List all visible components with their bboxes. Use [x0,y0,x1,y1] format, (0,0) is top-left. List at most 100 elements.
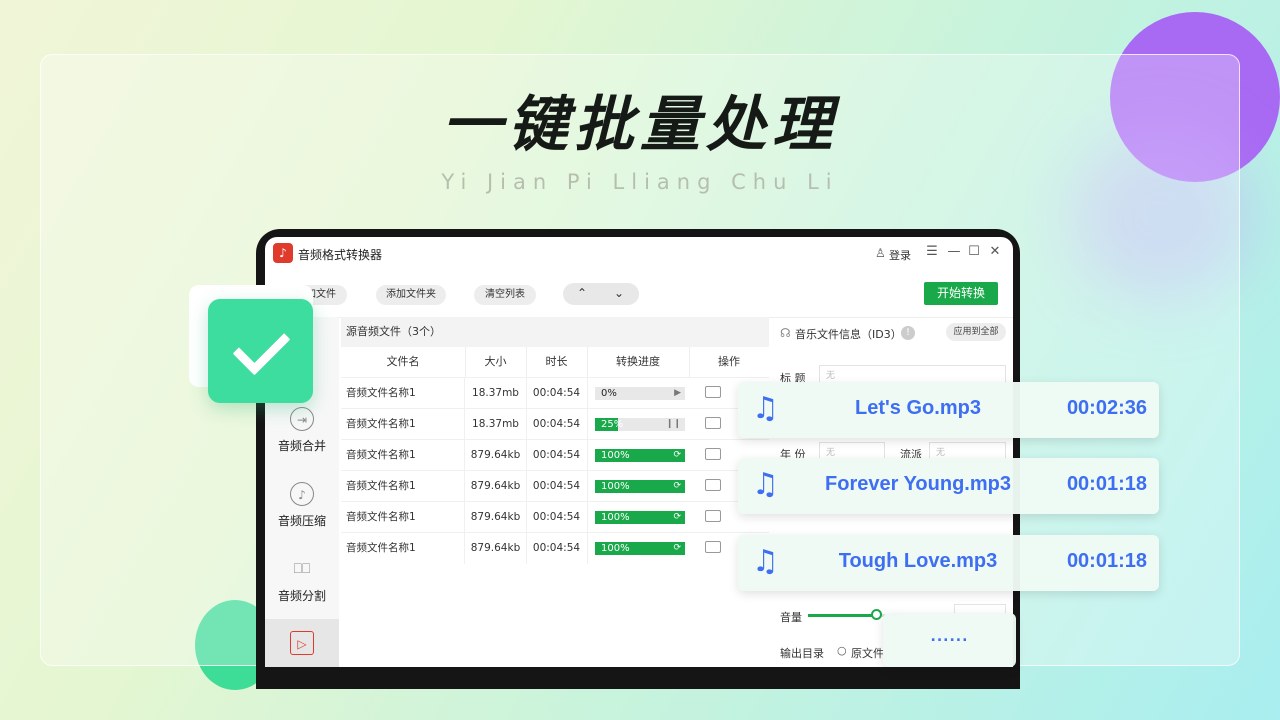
move-down-icon[interactable]: ⌄ [609,286,629,300]
start-convert-button[interactable]: 开始转换 [924,282,998,305]
song-card: ♫ Forever Young.mp3 00:01:18 [738,458,1159,514]
volume-slider-track[interactable] [808,614,878,617]
refresh-icon[interactable]: ⟳ [673,511,681,524]
sidebar-item-split[interactable]: ⎕⎕ 音频分割 [265,557,339,604]
folder-icon[interactable] [705,448,721,460]
user-icon[interactable]: ♙ [875,246,886,260]
progress-bar: 0% ▶ [595,387,685,400]
app-window: ♪ 音频格式转换器 ♙ 登录 ☰ — ☐ ✕ 添加文件 添加文件夹 清空列表 ⌃… [265,237,1013,667]
cell-filename: 音频文件名称1 [341,502,465,533]
cell-size: 879.64kb [465,533,527,564]
song-card: ♫ Tough Love.mp3 00:01:18 [738,535,1159,591]
compress-icon: ♪ [290,482,314,506]
refresh-icon[interactable]: ⟳ [673,480,681,493]
cell-filename: 音频文件名称1 [341,409,465,440]
app-title: 音频格式转换器 [298,248,383,262]
cell-filename: 音频文件名称1 [341,533,465,564]
sidebar-item-label: 音频压缩 [277,514,326,528]
table-row[interactable]: 音频文件名称1 879.64kb 00:04:54 100% ⟳ [341,470,769,502]
more-card: ...... [883,613,1016,667]
table-row[interactable]: 音频文件名称1 18.37mb 00:04:54 0% ▶ [341,377,769,409]
song-name: Let's Go.mp3 [855,397,981,419]
progress-text: 100% [601,512,630,523]
sidebar-item-video-audio[interactable]: ▷ [265,619,339,667]
cell-filename: 音频文件名称1 [341,378,465,409]
folder-icon[interactable] [705,417,721,429]
col-duration: 时长 [526,347,588,377]
cell-filename: 音频文件名称1 [341,440,465,471]
source-files-header: 源音频文件（3个） [341,317,769,347]
progress-text: 100% [601,543,630,554]
cell-duration: 00:04:54 [526,471,588,502]
close-icon[interactable]: ✕ [988,244,1002,259]
reorder-group: ⌃ ⌄ [563,283,639,305]
song-duration: 00:01:18 [1066,473,1147,495]
maximize-icon[interactable]: ☐ [967,244,981,259]
menu-icon[interactable]: ☰ [925,244,939,259]
minimize-icon[interactable]: — [947,244,961,259]
cell-duration: 00:04:54 [526,502,588,533]
check-badge [208,299,313,403]
progress-bar: 100% ⟳ [595,511,685,524]
col-filename: 文件名 [341,347,466,377]
split-icon: ⎕⎕ [293,561,311,577]
folder-icon[interactable] [705,510,721,522]
sidebar-item-label: 音频分割 [277,589,326,603]
hero-subtitle: Yi Jian Pi Lliang Chu Li [441,170,839,194]
progress-bar: 100% ⟳ [595,449,685,462]
id3-header: 音乐文件信息（ID3） [795,328,902,341]
move-up-icon[interactable]: ⌃ [572,286,592,300]
apply-all-button[interactable]: 应用到全部 [946,323,1006,341]
cell-duration: 00:04:54 [526,378,588,409]
col-actions: 操作 [718,355,740,368]
sidebar-item-merge[interactable]: ⇥ 音频合并 [265,407,339,454]
cell-duration: 00:04:54 [526,440,588,471]
volume-label: 音量 [780,611,802,624]
login-button[interactable]: 登录 [889,247,911,263]
output-dir-label: 输出目录 [780,647,824,660]
song-card: ♫ Let's Go.mp3 00:02:36 [738,382,1159,438]
clear-list-button[interactable]: 清空列表 [474,285,536,305]
cell-size: 879.64kb [465,471,527,502]
radio-icon[interactable]: ○ [837,644,847,657]
hero-title: 一键批量处理 [442,90,838,160]
table-row[interactable]: 音频文件名称1 879.64kb 00:04:54 100% ⟳ [341,532,769,564]
table-row[interactable]: 音频文件名称1 879.64kb 00:04:54 100% ⟳ [341,439,769,471]
more-indicator: ...... [930,629,969,645]
col-size: 大小 [465,347,527,377]
progress-bar: 100% ⟳ [595,480,685,493]
song-duration: 00:01:18 [1066,550,1147,572]
folder-icon[interactable] [705,541,721,553]
check-icon [232,317,291,376]
progress-text: 100% [601,450,630,461]
add-folder-button[interactable]: 添加文件夹 [376,285,446,305]
toolbar: 添加文件 添加文件夹 清空列表 ⌃ ⌄ [265,271,1013,318]
table-row[interactable]: 音频文件名称1 18.37mb 00:04:54 25% ❙❙ [341,408,769,440]
play-icon[interactable]: ▶ [674,387,681,400]
song-name: Forever Young.mp3 [825,473,1011,495]
cell-size: 879.64kb [465,502,527,533]
info-icon[interactable]: ! [901,326,915,340]
pause-icon[interactable]: ❙❙ [666,418,681,431]
cell-filename: 音频文件名称1 [341,471,465,502]
table-row[interactable]: 音频文件名称1 879.64kb 00:04:54 100% ⟳ [341,501,769,533]
cell-duration: 00:04:54 [526,533,588,564]
folder-icon[interactable] [705,479,721,491]
music-note-icon: ♫ [752,544,779,579]
cell-size: 18.37mb [465,378,527,409]
cell-duration: 00:04:54 [526,409,588,440]
progress-bar: 100% ⟳ [595,542,685,555]
cell-size: 18.37mb [465,409,527,440]
folder-icon[interactable] [705,386,721,398]
music-note-icon: ♫ [752,467,779,502]
title-bar: ♪ 音频格式转换器 ♙ 登录 ☰ — ☐ ✕ [265,237,1013,271]
sidebar-item-compress[interactable]: ♪ 音频压缩 [265,482,339,529]
refresh-icon[interactable]: ⟳ [673,449,681,462]
progress-text: 0% [601,388,617,399]
headphones-icon: ☊ [780,326,791,340]
volume-slider-handle[interactable] [871,609,882,620]
song-name: Tough Love.mp3 [838,550,998,572]
progress-bar: 25% ❙❙ [595,418,685,431]
output-original-option[interactable]: 原文件 [851,645,884,661]
refresh-icon[interactable]: ⟳ [673,542,681,555]
